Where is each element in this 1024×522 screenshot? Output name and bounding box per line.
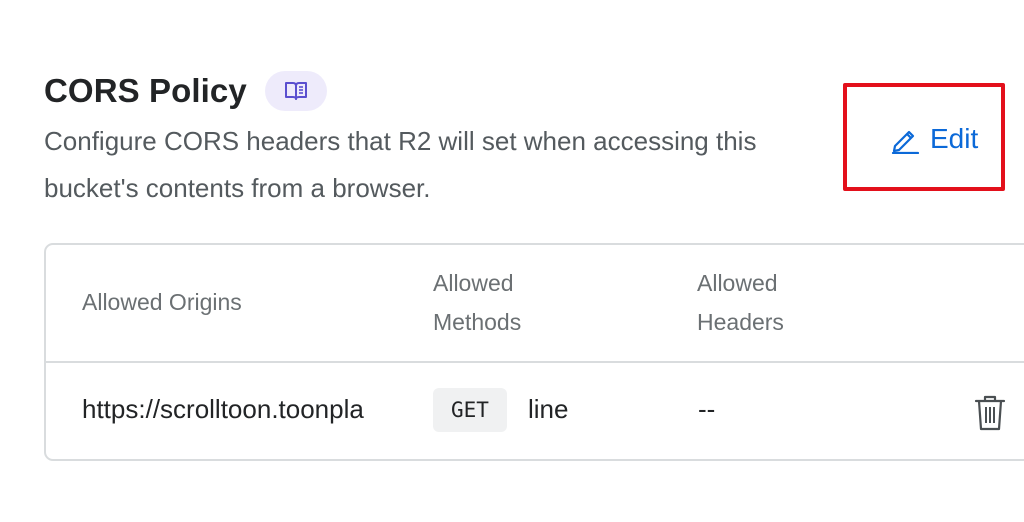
- cors-rules-table: Allowed Origins Allowed Methods Allowed …: [44, 243, 1024, 461]
- cors-policy-panel: CORS Policy Configure CORS headers that …: [0, 0, 1024, 522]
- method-chip-get: GET: [433, 388, 507, 432]
- page-title: CORS Policy: [44, 72, 247, 109]
- pencil-icon: [891, 130, 920, 154]
- allowed-headers-value: --: [698, 394, 716, 424]
- section-description: Configure CORS headers that R2 will set …: [44, 126, 757, 203]
- trash-icon: [974, 395, 1006, 431]
- edit-button[interactable]: Edit: [890, 118, 978, 160]
- book-open-icon: [284, 82, 307, 100]
- table-header: Allowed Origins Allowed Methods Allowed …: [46, 245, 1024, 363]
- section-header: CORS Policy: [44, 68, 327, 114]
- edit-label: Edit: [930, 123, 979, 154]
- column-header-allowed-methods: Allowed Methods: [433, 270, 522, 335]
- column-header-allowed-origins: Allowed Origins: [82, 289, 242, 315]
- allowed-origin-tail: line: [528, 394, 569, 424]
- docs-link-button[interactable]: [264, 71, 327, 111]
- column-header-allowed-headers: Allowed Headers: [697, 270, 784, 335]
- delete-rule-button[interactable]: [973, 394, 1007, 432]
- allowed-origin: https://scrolltoon.toonpla: [82, 394, 364, 424]
